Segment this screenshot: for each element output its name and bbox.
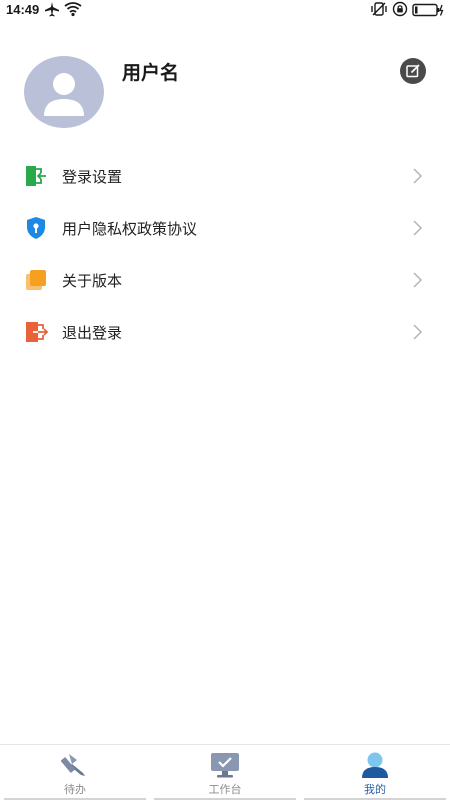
lock-rotation-icon: [392, 1, 408, 21]
shield-icon: [24, 216, 48, 240]
menu-item-label: 用户隐私权政策协议: [62, 220, 198, 238]
menu-item-label: 登录设置: [62, 168, 123, 186]
tab-workbench[interactable]: 工作台: [150, 745, 300, 800]
profile-header: 用户名: [0, 40, 450, 140]
bottom-tab-bar: 待办 工作台 我的: [0, 744, 450, 800]
login-settings-icon: [24, 164, 48, 188]
edit-profile-button[interactable]: [400, 58, 426, 84]
menu-item-label: 关于版本: [62, 272, 123, 290]
avatar[interactable]: [24, 56, 104, 128]
status-bar: 14:49: [0, 0, 450, 22]
user-avatar-icon: [44, 73, 84, 116]
menu-item-login-settings[interactable]: 登录设置: [0, 150, 450, 202]
menu-item-privacy-policy[interactable]: 用户隐私权政策协议: [0, 202, 450, 254]
status-time: 14:49: [6, 2, 40, 17]
chevron-right-icon: [410, 219, 424, 237]
logout-icon: [24, 320, 49, 344]
todo-icon: [60, 751, 90, 779]
tab-label: 工作台: [208, 783, 242, 796]
menu-item-about-version[interactable]: 关于版本: [0, 254, 450, 306]
tab-label: 待办: [64, 783, 86, 796]
profile-screen: 14:49 用户名 登录设置 用户隐私权政策协议 关于版本 退出登录 待办 工作…: [0, 0, 450, 800]
tab-mine[interactable]: 我的: [300, 745, 450, 800]
profile-icon: [360, 751, 390, 779]
chevron-right-icon: [410, 271, 424, 289]
menu-item-logout[interactable]: 退出登录: [0, 306, 450, 358]
tab-todo[interactable]: 待办: [0, 745, 150, 800]
edit-icon: [406, 64, 420, 78]
chevron-right-icon: [410, 323, 424, 341]
workbench-icon: [210, 751, 240, 779]
vibrate-icon: [370, 1, 388, 21]
username: 用户名: [122, 62, 180, 84]
wifi-icon: [64, 1, 82, 21]
version-icon: [24, 268, 48, 292]
airplane-icon: [44, 1, 60, 21]
chevron-right-icon: [410, 167, 424, 185]
tab-label: 我的: [364, 783, 386, 796]
settings-menu: 登录设置 用户隐私权政策协议 关于版本 退出登录: [0, 150, 450, 358]
menu-item-label: 退出登录: [62, 324, 123, 342]
battery-icon: [412, 2, 444, 21]
